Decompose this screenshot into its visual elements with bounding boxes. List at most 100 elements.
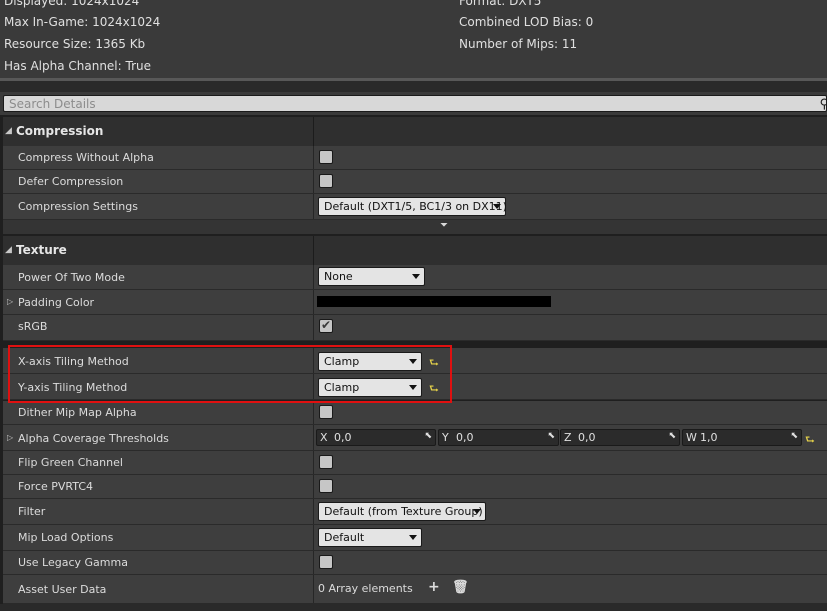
flip-green-channel-checkbox[interactable] xyxy=(319,455,333,469)
dropdown-value: Default xyxy=(324,531,365,544)
property-label: Filter xyxy=(18,505,46,518)
mip-load-options-dropdown[interactable]: Default xyxy=(318,528,422,547)
alpha-y-field[interactable]: Y 0,0 ⬉ xyxy=(438,429,559,446)
row-filter: Filter Default (from Texture Group) xyxy=(3,499,827,525)
row-dither-mip-map-alpha: Dither Mip Map Alpha xyxy=(3,401,827,425)
row-alpha-coverage-thresholds: ▷ Alpha Coverage Thresholds X 0,0 ⬉ Y 0,… xyxy=(3,425,827,451)
column-divider xyxy=(313,475,314,498)
dither-mip-map-alpha-checkbox[interactable] xyxy=(319,405,333,419)
expand-arrow-icon[interactable]: ▷ xyxy=(7,297,13,306)
row-defer-compression: Defer Compression xyxy=(3,170,827,194)
property-label: Flip Green Channel xyxy=(18,456,123,469)
category-texture[interactable]: ◢ Texture xyxy=(3,236,827,265)
search-details-input[interactable]: Search Details ⚲ xyxy=(3,95,827,112)
column-divider xyxy=(313,265,314,289)
column-divider xyxy=(313,425,314,450)
column-divider xyxy=(313,451,314,474)
advanced-expander[interactable]: ⏷ xyxy=(3,220,827,234)
details-header-band xyxy=(0,81,827,92)
field-value: 0,0 xyxy=(334,431,352,444)
compress-without-alpha-checkbox[interactable] xyxy=(319,150,333,164)
category-title: Compression xyxy=(16,124,104,138)
alpha-z-field[interactable]: Z 0,0 ⬉ xyxy=(560,429,680,446)
alpha-w-field[interactable]: W 1,0 ⬉ xyxy=(682,429,802,446)
row-force-pvrtc4: Force PVRTC4 xyxy=(3,475,827,499)
axis-label: W xyxy=(686,431,697,444)
expand-advanced-icon[interactable]: ⏷ xyxy=(440,220,448,231)
highlight-box xyxy=(8,345,452,403)
column-divider xyxy=(313,525,314,550)
reset-to-default-icon[interactable]: ⮑ xyxy=(805,431,815,450)
column-divider xyxy=(313,170,314,193)
compression-settings-dropdown[interactable]: Default (DXT1/5, BC1/3 on DX11) xyxy=(318,197,507,216)
axis-label: Z xyxy=(564,431,572,444)
property-label: Alpha Coverage Thresholds xyxy=(18,432,169,445)
drag-spin-icon[interactable]: ⬉ xyxy=(547,431,555,441)
force-pvrtc4-checkbox[interactable] xyxy=(319,479,333,493)
column-divider xyxy=(313,117,314,146)
defer-compression-checkbox[interactable] xyxy=(319,174,333,188)
dropdown-value: Default (from Texture Group) xyxy=(324,505,483,518)
search-placeholder: Search Details xyxy=(9,97,96,111)
chevron-down-icon xyxy=(473,509,481,514)
property-label: Dither Mip Map Alpha xyxy=(18,406,137,419)
property-label: Mip Load Options xyxy=(18,531,114,544)
drag-spin-icon[interactable]: ⬉ xyxy=(668,431,676,441)
texture-info-panel: Displayed: 1024x1024 Max In-Game: 1024x1… xyxy=(0,0,827,78)
chevron-down-icon xyxy=(409,535,417,540)
row-use-legacy-gamma: Use Legacy Gamma xyxy=(3,551,827,575)
row-mip-load-options: Mip Load Options Default xyxy=(3,525,827,551)
row-padding-color: ▷ Padding Color xyxy=(3,290,827,315)
axis-label: X xyxy=(320,431,328,444)
use-legacy-gamma-checkbox[interactable] xyxy=(319,555,333,569)
field-value: 0,0 xyxy=(578,431,596,444)
property-label: Power Of Two Mode xyxy=(18,271,125,284)
drag-spin-icon[interactable]: ⬉ xyxy=(790,431,798,441)
property-label: sRGB xyxy=(18,320,48,333)
srgb-checkbox[interactable] xyxy=(319,318,333,333)
row-srgb: sRGB xyxy=(3,315,827,341)
column-divider xyxy=(313,315,314,340)
info-lod-bias: Combined LOD Bias: 0 xyxy=(459,15,594,29)
array-elements-count: 0 Array elements xyxy=(318,582,413,595)
column-divider xyxy=(313,194,314,219)
add-element-icon[interactable]: + xyxy=(428,579,440,595)
drag-spin-icon[interactable]: ⬉ xyxy=(424,431,432,441)
info-has-alpha: Has Alpha Channel: True xyxy=(4,59,151,73)
info-format: Format: DXT5 xyxy=(459,0,542,8)
expand-arrow-icon[interactable]: ▷ xyxy=(7,433,13,442)
filter-dropdown[interactable]: Default (from Texture Group) xyxy=(318,502,486,521)
row-compression-settings: Compression Settings Default (DXT1/5, BC… xyxy=(3,194,827,220)
field-value: 0,0 xyxy=(456,431,474,444)
row-asset-user-data: Asset User Data xyxy=(3,575,827,604)
info-max-ingame: Max In-Game: 1024x1024 xyxy=(4,15,161,29)
search-icon[interactable]: ⚲ xyxy=(819,97,827,112)
collapse-arrow-icon[interactable]: ◢ xyxy=(5,126,12,136)
power-of-two-dropdown[interactable]: None xyxy=(318,267,425,286)
dropdown-value: None xyxy=(324,270,353,283)
column-divider xyxy=(313,401,314,424)
property-label: Compress Without Alpha xyxy=(18,151,154,164)
property-label: Padding Color xyxy=(18,296,95,309)
column-divider xyxy=(313,236,314,265)
alpha-x-field[interactable]: X 0,0 ⬉ xyxy=(316,429,436,446)
dropdown-value: Default (DXT1/5, BC1/3 on DX11) xyxy=(324,200,507,213)
category-title: Texture xyxy=(16,243,67,257)
column-divider xyxy=(313,551,314,574)
property-label: Force PVRTC4 xyxy=(18,480,94,493)
info-resource-size: Resource Size: 1365 Kb xyxy=(4,37,146,51)
padding-color-swatch[interactable] xyxy=(317,296,551,307)
trash-icon[interactable]: 🗑 xyxy=(452,580,469,595)
row-flip-green-channel: Flip Green Channel xyxy=(3,451,827,475)
property-label: Defer Compression xyxy=(18,175,124,188)
info-num-mips: Number of Mips: 11 xyxy=(459,37,578,51)
property-label: Use Legacy Gamma xyxy=(18,556,128,569)
column-divider xyxy=(313,146,314,169)
property-label: Asset User Data xyxy=(18,583,107,596)
collapse-arrow-icon[interactable]: ◢ xyxy=(5,245,12,255)
info-displayed: Displayed: 1024x1024 xyxy=(4,0,140,8)
category-compression[interactable]: ◢ Compression xyxy=(3,117,827,146)
column-divider xyxy=(313,499,314,524)
column-divider xyxy=(313,290,314,314)
row-compress-without-alpha: Compress Without Alpha xyxy=(3,146,827,170)
